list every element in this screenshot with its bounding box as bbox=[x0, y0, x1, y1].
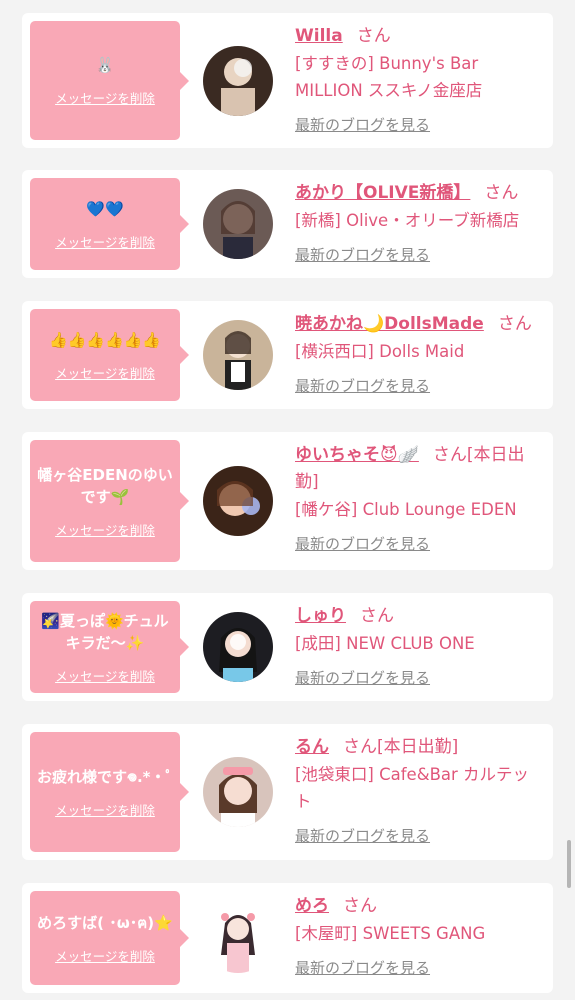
shop-name: [横浜西口] Dolls Maid bbox=[295, 342, 465, 361]
name-suffix: さん bbox=[497, 314, 532, 334]
message-text: 👍👍👍👍👍👍 bbox=[48, 330, 162, 349]
delete-message-link[interactable]: メッセージを削除 bbox=[55, 800, 155, 819]
shop-name: [すすきの] Bunny's Bar MILLION ススキノ金座店 bbox=[295, 54, 483, 100]
message-text: 🐰 bbox=[95, 56, 115, 74]
message-bubble: お疲れ様です𖦹.*・ﾟ メッセージを削除 bbox=[30, 732, 189, 852]
list-item: お疲れ様です𖦹.*・ﾟ メッセージを削除 るん さん[本日出勤] [池袋東口] C… bbox=[22, 724, 553, 860]
latest-blog-link[interactable]: 最新のブログを見る bbox=[295, 957, 430, 978]
message-list: 🐰 メッセージを削除 Willa さん [すすきの] Bunny's Bar MI… bbox=[0, 0, 575, 1000]
message-text: 💙💙 bbox=[86, 199, 124, 218]
shop-name: [幡ケ谷] Club Lounge EDEN bbox=[295, 500, 517, 519]
message-bubble: 幡ヶ谷EDENのゆいです🌱 メッセージを削除 bbox=[30, 440, 189, 562]
avatar[interactable] bbox=[203, 46, 273, 116]
delete-message-link[interactable]: メッセージを削除 bbox=[55, 946, 155, 965]
cast-info: るん さん[本日出勤] [池袋東口] Cafe&Bar カルテット 最新のブログを… bbox=[295, 734, 545, 846]
cast-name-link[interactable]: るん bbox=[295, 737, 329, 757]
message-bubble: めろすば( ･ω･ฅ)⭐ メッセージを削除 bbox=[30, 891, 189, 985]
cast-name-link[interactable]: 暁あかね🌙DollsMade bbox=[295, 314, 484, 334]
name-suffix: さん bbox=[343, 896, 377, 916]
list-item: めろすば( ･ω･ฅ)⭐ メッセージを削除 めろ さん [木屋町] SWEETS … bbox=[22, 883, 553, 993]
scrollbar[interactable] bbox=[567, 840, 571, 888]
message-bubble: 🌠夏っぽ🌞チュルキラだ〜✨ メッセージを削除 bbox=[30, 601, 189, 693]
list-item: 🐰 メッセージを削除 Willa さん [すすきの] Bunny's Bar MI… bbox=[22, 13, 553, 148]
list-item: 幡ヶ谷EDENのゆいです🌱 メッセージを削除 ゆいちゃそ😈🪽 さん[本日出勤] [… bbox=[22, 432, 553, 570]
latest-blog-link[interactable]: 最新のブログを見る bbox=[295, 825, 430, 846]
cast-name-link[interactable]: しゅり bbox=[295, 606, 346, 626]
cast-info: ゆいちゃそ😈🪽 さん[本日出勤] [幡ケ谷] Club Lounge EDEN 最… bbox=[295, 442, 545, 554]
shop-name: [成田] NEW CLUB ONE bbox=[295, 634, 475, 653]
delete-message-link[interactable]: メッセージを削除 bbox=[55, 520, 155, 539]
delete-message-link[interactable]: メッセージを削除 bbox=[55, 666, 155, 685]
latest-blog-link[interactable]: 最新のブログを見る bbox=[295, 667, 430, 688]
message-bubble: 💙💙 メッセージを削除 bbox=[30, 178, 189, 270]
message-bubble: 👍👍👍👍👍👍 メッセージを削除 bbox=[30, 309, 189, 401]
name-suffix: さん bbox=[356, 26, 391, 46]
message-text: お疲れ様です𖦹.*・ﾟ bbox=[36, 767, 174, 786]
cast-name-link[interactable]: ゆいちゃそ😈🪽 bbox=[295, 445, 419, 465]
latest-blog-link[interactable]: 最新のブログを見る bbox=[295, 114, 430, 135]
shop-name: [木屋町] SWEETS GANG bbox=[295, 924, 486, 943]
message-text: めろすば( ･ω･ฅ)⭐ bbox=[37, 913, 173, 932]
delete-message-link[interactable]: メッセージを削除 bbox=[55, 232, 155, 251]
name-suffix: さん bbox=[484, 183, 519, 203]
list-item: 👍👍👍👍👍👍 メッセージを削除 暁あかね🌙DollsMade さん [横浜西口] … bbox=[22, 301, 553, 409]
delete-message-link[interactable]: メッセージを削除 bbox=[55, 363, 155, 382]
message-text: 🌠夏っぽ🌞チュルキラだ〜✨ bbox=[41, 611, 169, 652]
list-item: 🌠夏っぽ🌞チュルキラだ〜✨ メッセージを削除 しゅり さん [成田] NEW CL… bbox=[22, 593, 553, 701]
message-bubble: 🐰 メッセージを削除 bbox=[30, 21, 189, 140]
latest-blog-link[interactable]: 最新のブログを見る bbox=[295, 533, 430, 554]
message-text: 幡ヶ谷EDENのゆいです🌱 bbox=[37, 465, 173, 506]
list-item: 💙💙 メッセージを削除 あかり【OLIVE新橋】 さん [新橋] Olive・オリ… bbox=[22, 170, 553, 278]
avatar[interactable] bbox=[203, 189, 273, 259]
avatar[interactable] bbox=[203, 612, 273, 682]
cast-info: あかり【OLIVE新橋】 さん [新橋] Olive・オリーブ新橋店 最新のブログ… bbox=[295, 180, 545, 265]
name-suffix: さん[本日出勤] bbox=[343, 737, 459, 757]
latest-blog-link[interactable]: 最新のブログを見る bbox=[295, 375, 430, 396]
cast-info: しゅり さん [成田] NEW CLUB ONE 最新のブログを見る bbox=[295, 603, 545, 688]
latest-blog-link[interactable]: 最新のブログを見る bbox=[295, 244, 430, 265]
shop-name: [池袋東口] Cafe&Bar カルテット bbox=[295, 765, 530, 811]
cast-name-link[interactable]: あかり【OLIVE新橋】 bbox=[295, 183, 470, 203]
avatar[interactable] bbox=[203, 466, 273, 536]
avatar[interactable] bbox=[203, 757, 273, 827]
delete-message-link[interactable]: メッセージを削除 bbox=[55, 88, 155, 107]
cast-info: めろ さん [木屋町] SWEETS GANG 最新のブログを見る bbox=[295, 893, 545, 978]
cast-name-link[interactable]: めろ bbox=[295, 896, 329, 916]
cast-info: 暁あかね🌙DollsMade さん [横浜西口] Dolls Maid 最新のブロ… bbox=[295, 311, 545, 396]
avatar[interactable] bbox=[203, 320, 273, 390]
cast-name-link[interactable]: Willa bbox=[295, 26, 343, 46]
cast-info: Willa さん [すすきの] Bunny's Bar MILLION ススキノ金… bbox=[295, 23, 545, 135]
name-suffix: さん bbox=[360, 606, 394, 626]
avatar[interactable] bbox=[203, 903, 273, 973]
shop-name: [新橋] Olive・オリーブ新橋店 bbox=[295, 211, 520, 230]
